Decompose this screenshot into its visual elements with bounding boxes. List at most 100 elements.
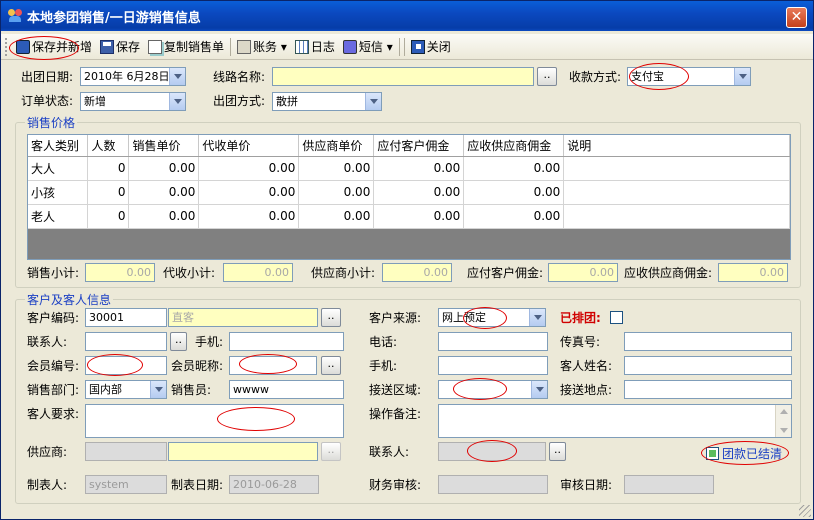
pay-commission-field[interactable]: 0.00: [548, 263, 618, 282]
supplier-subtotal-label: 供应商小计:: [311, 266, 376, 280]
contact-input[interactable]: [85, 332, 167, 351]
table-cell[interactable]: 0.00: [198, 180, 300, 205]
account-menu-button[interactable]: 账务 ▾: [233, 36, 291, 58]
window-close-button[interactable]: ✕: [786, 7, 807, 28]
phone-input[interactable]: [438, 332, 548, 351]
table-cell[interactable]: 0.00: [463, 204, 565, 229]
column-header[interactable]: 代收单价: [198, 135, 300, 157]
table-cell[interactable]: 0.00: [373, 204, 465, 229]
title-bar[interactable]: 本地参团销售/一日游销售信息 ✕: [1, 1, 813, 31]
copy-order-button[interactable]: 复制销售单: [144, 36, 228, 58]
contact-lookup-button[interactable]: ..: [170, 332, 187, 351]
column-header[interactable]: 人数: [87, 135, 130, 157]
settled-checkbox[interactable]: [706, 447, 719, 460]
table-cell[interactable]: 0.00: [298, 180, 375, 205]
log-label: 日志: [310, 40, 335, 54]
op-note-textarea[interactable]: [438, 404, 792, 438]
chevron-down-icon[interactable]: [531, 381, 547, 398]
chevron-down-icon[interactable]: [365, 93, 381, 110]
table-cell[interactable]: 0.00: [198, 156, 300, 181]
column-header[interactable]: 供应商单价: [298, 135, 375, 157]
toolbar-grip[interactable]: [5, 37, 8, 56]
table-cell[interactable]: 老人: [28, 204, 89, 229]
route-input[interactable]: [272, 67, 534, 86]
settled-label: 团款已结清: [722, 447, 783, 461]
chevron-down-icon[interactable]: [529, 309, 545, 326]
supplier-subtotal-field[interactable]: 0.00: [382, 263, 452, 282]
sales-subtotal-field[interactable]: 0.00: [85, 263, 155, 282]
table-cell[interactable]: 0.00: [463, 180, 565, 205]
customer-source-value: 网上预定: [442, 311, 486, 324]
table-cell[interactable]: 大人: [28, 156, 89, 181]
chevron-down-icon[interactable]: [734, 68, 750, 85]
save-new-icon: [16, 39, 30, 54]
column-header[interactable]: 应付客户佣金: [373, 135, 465, 157]
tour-type-select[interactable]: 散拼: [272, 92, 382, 111]
close-button[interactable]: 关闭: [407, 36, 455, 58]
sales-price-grid[interactable]: 客人类别 人数 销售单价 代收单价 供应商单价 应付客户佣金 应收供应商佣金 说…: [27, 134, 791, 260]
table-row[interactable]: 小孩 0 0.00 0.00 0.00 0.00 0.00: [28, 180, 790, 205]
table-cell[interactable]: [563, 204, 790, 229]
guest-requirement-textarea[interactable]: [85, 404, 344, 438]
table-cell[interactable]: 0.00: [128, 180, 200, 205]
customer-name-input[interactable]: 直客: [168, 308, 318, 327]
customer-lookup-button[interactable]: ..: [321, 308, 341, 327]
table-header-row: 客人类别 人数 销售单价 代收单价 供应商单价 应付客户佣金 应收供应商佣金 说…: [28, 135, 790, 157]
guest-name-input[interactable]: [624, 356, 792, 375]
order-status-select[interactable]: 新增: [80, 92, 186, 111]
column-header[interactable]: 说明: [563, 135, 790, 157]
table-row[interactable]: 大人 0 0.00 0.00 0.00 0.00 0.00: [28, 156, 790, 181]
table-cell[interactable]: 0.00: [298, 156, 375, 181]
route-lookup-button[interactable]: ..: [537, 67, 557, 86]
column-header[interactable]: 应收供应商佣金: [463, 135, 565, 157]
log-button[interactable]: 日志: [291, 36, 339, 58]
column-header[interactable]: 销售单价: [128, 135, 200, 157]
table-cell[interactable]: [563, 180, 790, 205]
chevron-down-icon[interactable]: [169, 93, 185, 110]
table-row[interactable]: 老人 0 0.00 0.00 0.00 0.00 0.00: [28, 204, 790, 229]
mobile2-input[interactable]: [438, 356, 548, 375]
member-no-input[interactable]: [85, 356, 167, 375]
account-label: 账务: [253, 40, 278, 54]
tour-type-value: 散拼: [276, 95, 298, 108]
table-cell[interactable]: 0.00: [128, 204, 200, 229]
fax-input[interactable]: [624, 332, 792, 351]
chevron-down-icon[interactable]: [169, 68, 185, 85]
chevron-down-icon[interactable]: [150, 381, 166, 398]
customer-code-input[interactable]: 30001: [85, 308, 167, 327]
sms-menu-button[interactable]: 短信 ▾: [339, 36, 397, 58]
table-cell[interactable]: 0: [87, 156, 130, 181]
member-lookup-button[interactable]: ..: [321, 356, 341, 375]
table-cell[interactable]: 0.00: [463, 156, 565, 181]
pickup-place-input[interactable]: [624, 380, 792, 399]
sales-dept-select[interactable]: 国内部: [85, 380, 167, 399]
customer-source-select[interactable]: 网上预定: [438, 308, 546, 327]
phone-label: 电话:: [369, 335, 398, 349]
save-button[interactable]: 保存: [96, 36, 144, 58]
member-nick-input[interactable]: [229, 356, 317, 375]
table-cell[interactable]: 0: [87, 180, 130, 205]
pickup-area-select[interactable]: [438, 380, 548, 399]
resize-grip[interactable]: [799, 505, 811, 517]
table-cell[interactable]: 0.00: [298, 204, 375, 229]
seller-input[interactable]: wwww: [229, 380, 344, 399]
table-cell[interactable]: 0.00: [373, 156, 465, 181]
mobile-input[interactable]: [229, 332, 344, 351]
column-header[interactable]: 客人类别: [28, 135, 89, 157]
collect-subtotal-field[interactable]: 0.00: [223, 263, 293, 282]
table-cell[interactable]: 0.00: [373, 180, 465, 205]
save-new-button[interactable]: 保存并新增: [12, 36, 96, 58]
table-cell[interactable]: 小孩: [28, 180, 89, 205]
table-cell[interactable]: 0.00: [198, 204, 300, 229]
guest-requirement-label: 客人要求:: [27, 407, 80, 421]
depart-date-picker[interactable]: 2010年 6月28日: [80, 67, 186, 86]
recv-commission-field[interactable]: 0.00: [718, 263, 788, 282]
table-cell[interactable]: 0.00: [128, 156, 200, 181]
table-cell[interactable]: 0: [87, 204, 130, 229]
arranged-checkbox[interactable]: [610, 311, 623, 324]
supplier-contact-lookup-button[interactable]: ..: [549, 442, 566, 461]
app-users-icon: [7, 8, 23, 24]
payment-select[interactable]: 支付宝: [627, 67, 751, 86]
op-note-scrollbar[interactable]: [775, 405, 791, 437]
table-cell[interactable]: [563, 156, 790, 181]
